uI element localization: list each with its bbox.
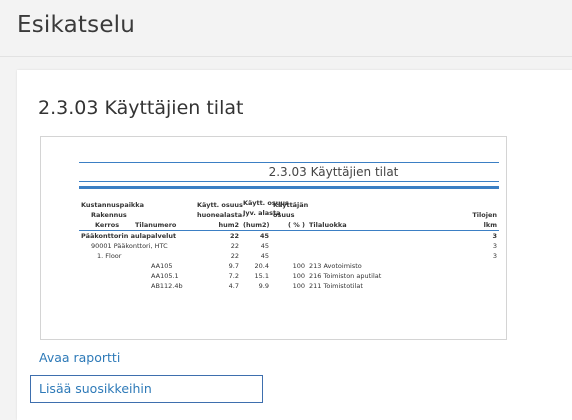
preview-header-cell: Käytt. osuus (197, 201, 243, 209)
preview-cell-tilaluokka: 211 Toimistotilat (309, 282, 363, 290)
preview-table-row: AB112.4b 4.7 9.9 100 211 Toimistotilat (79, 281, 499, 291)
preview-cell-osuus: 7.2 (228, 272, 239, 280)
preview-header-cell: Rakennus (91, 211, 127, 219)
preview-cell-name: 1. Floor (97, 252, 122, 260)
preview-cell-name: AA105 (151, 262, 173, 270)
preview-cell-name: 90001 Pääkonttori, HTC (91, 242, 168, 250)
preview-table-row: 90001 Pääkonttori, HTC 22 45 3 (79, 241, 499, 251)
preview-cell-lkm (457, 281, 499, 291)
preview-header-cell: Tilaluokka (307, 220, 457, 231)
preview-header-cell: Tilojen (472, 211, 497, 219)
preview-cell-pct (271, 241, 307, 251)
preview-cell-name: AA105.1 (151, 272, 179, 280)
preview-cell-osuus: 22 (230, 242, 239, 250)
preview-table-row: AA105 9.7 20.4 100 213 Avotoimisto (79, 261, 499, 271)
preview-header-cell: huonealasta (197, 211, 243, 219)
preview-cell-pct (271, 251, 307, 261)
preview-cell-pct: 100 (292, 282, 305, 290)
preview-cell-lkm (457, 271, 499, 281)
preview-header-cell: osuus (273, 211, 295, 219)
preview-cell-tilaluokka (307, 231, 457, 242)
preview-cell-jyv: 45 (260, 252, 269, 260)
preview-table-row: Pääkonttorin aulapalvelut 22 45 3 (79, 231, 499, 242)
preview-header-row-1: Kustannuspaikka Käytt. osuus Käytt. osuu… (79, 200, 499, 210)
open-report-link[interactable]: Avaa raportti (39, 350, 120, 365)
preview-cell-lkm: 3 (492, 232, 497, 240)
preview-cell-lkm (457, 261, 499, 271)
preview-header-cell: Jyv. alasta (243, 209, 281, 217)
preview-header-cell: ( % ) (271, 220, 307, 231)
page-title: Esikatselu (17, 12, 136, 38)
preview-header-cell: (hum2) (241, 220, 271, 231)
preview-cell-jyv: 45 (260, 242, 269, 250)
preview-cell-jyv: 15.1 (254, 272, 269, 280)
add-to-favorites-button[interactable]: Lisää suosikkeihin (30, 375, 263, 403)
preview-header-cell: hum2 (195, 220, 241, 231)
preview-cell-pct (271, 231, 307, 242)
preview-cell-lkm: 3 (492, 242, 497, 250)
preview-top-rule (79, 162, 499, 163)
preview-table: Kustannuspaikka Käytt. osuus Käytt. osuu… (79, 200, 499, 291)
report-heading: 2.3.03 Käyttäjien tilat (38, 97, 244, 119)
preview-cell-osuus: 4.7 (228, 282, 239, 290)
preview-cell-osuus: 22 (230, 252, 239, 260)
preview-cell-tilaluokka (307, 251, 457, 261)
preview-table-body: Pääkonttorin aulapalvelut 22 45 3 90001 Pääk… (79, 231, 499, 292)
preview-cell-tilaluokka: 216 Toimiston aputilat (309, 272, 382, 280)
preview-table-row: 1. Floor 22 45 3 (79, 251, 499, 261)
title-divider (0, 56, 572, 57)
preview-cell-jyv: 9.9 (258, 282, 269, 290)
preview-cell-name: Pääkonttorin aulapalvelut (81, 232, 177, 240)
preview-cell-osuus: 9.7 (228, 262, 239, 270)
preview-header-cell: Tilanumero (133, 220, 195, 231)
preview-cell-pct: 100 (292, 272, 305, 280)
preview-header-cell: lkm (457, 220, 499, 231)
preview-title: 2.3.03 Käyttäjien tilat (268, 165, 399, 179)
preview-cell-tilaluokka (307, 241, 457, 251)
preview-cell-name: AB112.4b (151, 282, 183, 290)
report-card: 2.3.03 Käyttäjien tilat 2.3.03 Käyttäjie… (17, 70, 572, 420)
preview-cell-jyv: 20.4 (254, 262, 269, 270)
preview-title-rule (79, 181, 499, 182)
preview-cell-lkm: 3 (492, 252, 497, 260)
preview-header-row-3: Kerros Tilanumero hum2 (hum2) ( % ) Tila… (79, 220, 499, 231)
preview-cell-pct: 100 (292, 262, 305, 270)
preview-cell-tilaluokka: 213 Avotoimisto (309, 262, 362, 270)
preview-header-cell: Kustannuspaikka (81, 201, 144, 209)
preview-thick-rule (79, 186, 499, 189)
preview-header-row-2: Rakennus huonealasta Jyv. alasta osuus T… (79, 210, 499, 220)
preview-cell-osuus: 22 (229, 232, 239, 240)
preview-header-cell: Kerros (79, 220, 133, 231)
preview-table-row: AA105.1 7.2 15.1 100 216 Toimiston aputilat (79, 271, 499, 281)
preview-cell-jyv: 45 (259, 232, 269, 240)
report-preview-image[interactable]: 2.3.03 Käyttäjien tilat Kustannuspaikka … (40, 136, 507, 340)
